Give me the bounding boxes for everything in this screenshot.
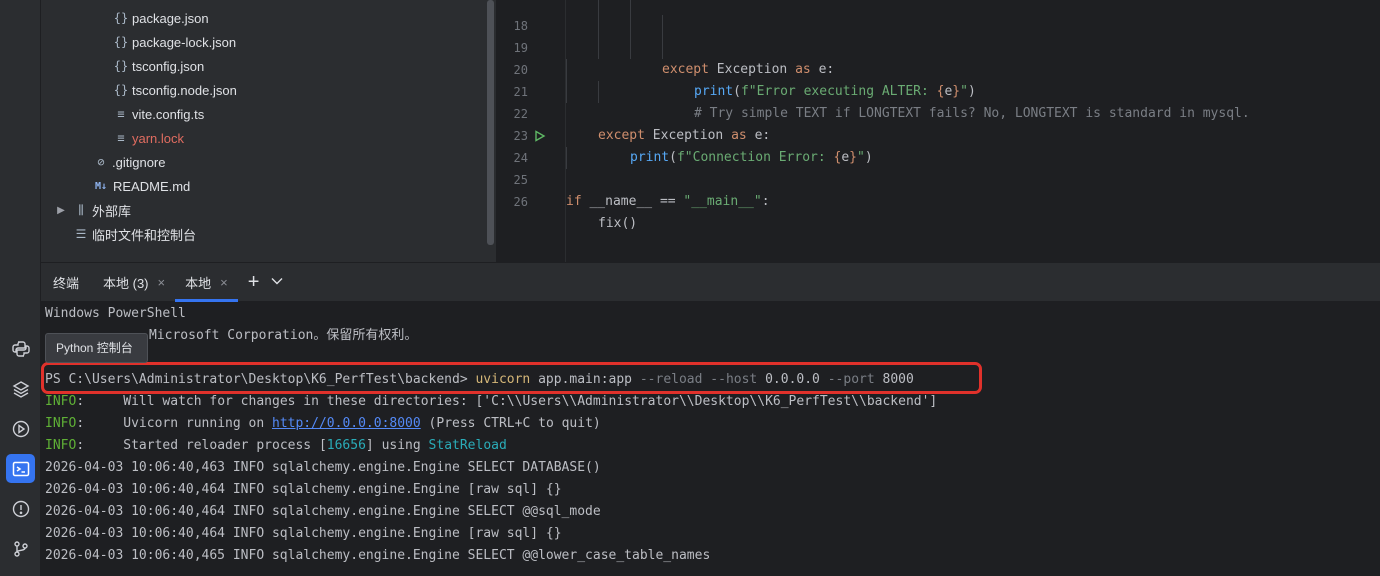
info-label: INFO [45,394,77,409]
code-line: 21 except Exception as e: [496,59,1380,143]
terminal-line: Windows PowerShell [45,306,186,321]
line-number: 26 [513,195,528,209]
terminal-line: INFO: Will watch for changes in these di… [45,394,938,409]
activity-bar [0,0,41,576]
tree-item-package-json[interactable]: {} package.json [113,6,209,30]
terminal-line: 2026-04-03 10:06:40,464 INFO sqlalchemy.… [45,526,562,541]
terminal-title: 终端 [53,275,80,291]
ignore-file-icon: ⊘ [97,155,105,169]
json-file-icon: {} [113,35,129,49]
code-token: : [761,194,770,209]
code-line: 25 fix() [496,147,1380,231]
git-icon[interactable] [6,534,35,563]
terminal-tab-bar: 终端 本地 (3) × 本地 × + [41,262,1380,302]
process-id: 16656 [326,438,366,453]
project-tree-scrollbar[interactable] [487,0,494,245]
tree-item-tsconfig-node-json[interactable]: {} tsconfig.node.json [113,78,237,102]
tree-item-package-lock-json[interactable]: {} package-lock.json [113,30,236,54]
text-file-icon: ≡ [117,107,125,121]
code-token: __name__ [589,194,653,209]
tree-item-external-libraries[interactable]: ▶ ⫼ 外部库 [55,198,131,222]
project-tree: {} package.json {} package-lock.json {} … [41,0,496,262]
tree-item-label: 外部库 [92,203,132,219]
tab-label: 本地 [185,275,212,291]
tree-item-label: README.md [113,178,191,194]
code-token: if [566,194,582,209]
tree-item-label: vite.config.ts [132,106,205,122]
code-token: == [659,194,676,209]
info-text: Uvicorn running on [123,416,272,431]
reloader-name: StatReload [428,438,507,453]
terminal-line: 2026-04-03 10:06:40,465 INFO sqlalchemy.… [45,548,711,563]
close-icon[interactable]: × [158,275,166,290]
code-line: 26 [496,169,1380,209]
terminal-line: 2026-04-03 10:06:40,464 INFO sqlalchemy.… [45,482,562,497]
terminal-line: 2026-04-03 10:06:40,463 INFO sqlalchemy.… [45,460,601,475]
info-text: Will watch for changes in these director… [123,394,938,409]
tree-item-tsconfig-json[interactable]: {} tsconfig.json [113,54,205,78]
chevron-down-icon[interactable] [271,276,283,288]
tree-item-vite-config[interactable]: ≡ vite.config.ts [113,102,204,126]
json-file-icon: {} [113,59,129,73]
markdown-file-icon: M↓ [94,180,108,192]
tree-item-label: tsconfig.node.json [132,82,237,98]
code-line: 20 # Try simple TEXT if LONGTEXT fails? … [496,37,1380,121]
terminal-line: INFO: Started reloader process [16656] u… [45,438,507,453]
editor-gutter-separator [565,0,566,262]
tree-item-label: package-lock.json [132,34,237,50]
terminal-line: 2026-04-03 10:06:40,464 INFO sqlalchemy.… [45,504,601,519]
info-text: (Press CTRL+C to quit) [420,416,601,431]
json-file-icon: {} [113,11,129,25]
python-console-icon[interactable] [6,334,35,363]
info-label: INFO [45,416,77,431]
tree-item-label: tsconfig.json [132,58,205,74]
tree-item-readme[interactable]: M↓ README.md [92,174,190,198]
tree-item-gitignore[interactable]: ⊘ .gitignore [93,150,165,174]
python-console-tooltip: Python 控制台 [45,333,148,363]
terminal-tab-local[interactable]: 本地 × [175,262,238,302]
add-tab-icon[interactable]: + [248,271,260,294]
tree-item-label: .gitignore [112,154,166,170]
text-file-icon: ≡ [117,131,125,145]
info-label: INFO [45,438,77,453]
terminal-icon[interactable] [6,454,35,483]
terminal-line: Microsoft Corporation。保留所有权利。 [149,328,418,343]
run-icon[interactable] [6,414,35,443]
code-line: 18 except Exception as e: [496,0,1380,77]
tree-item-label: package.json [132,10,209,26]
tree-item-yarn-lock[interactable]: ≡ yarn.lock [113,126,184,150]
tree-item-scratches[interactable]: ☰ 临时文件和控制台 [73,222,196,246]
close-icon[interactable]: × [220,275,228,290]
scratches-icon: ☰ [75,227,87,241]
run-gutter-icon[interactable] [534,130,546,142]
code-line: 23 [496,103,1380,143]
layers-icon[interactable] [6,374,35,403]
server-url-link[interactable]: http://0.0.0.0:8000 [272,416,421,431]
code-token: "__main__" [683,194,762,209]
chevron-right-icon[interactable]: ▶ [55,205,67,216]
info-text: Started reloader process [ [123,438,327,453]
code-line: 24 if __name__ == "__main__": [496,125,1380,209]
tab-label: 本地 (3) [103,275,149,291]
json-file-icon: {} [113,83,129,97]
library-icon: ⫼ [78,202,84,217]
tree-item-label: 临时文件和控制台 [92,227,197,243]
code-line: 22 print(f"Connection Error: {e}") [496,81,1380,165]
code-line: 19 print(f"Error executing ALTER: {e}") [496,15,1380,99]
terminal-tab-local-3[interactable]: 本地 (3) × [93,262,175,302]
info-text: ] using [365,438,429,453]
terminal-line: INFO: Uvicorn running on http://0.0.0.0:… [45,416,601,431]
tree-item-label: yarn.lock [132,130,185,146]
terminal-output[interactable]: Windows PowerShell Microsoft Corporation… [41,302,1380,576]
command-highlight-box [41,362,982,394]
code-editor[interactable]: 18 except Exception as e: 19 print(f"Err… [496,0,1380,262]
problems-icon[interactable] [6,494,35,523]
code-token: fix() [598,216,638,231]
